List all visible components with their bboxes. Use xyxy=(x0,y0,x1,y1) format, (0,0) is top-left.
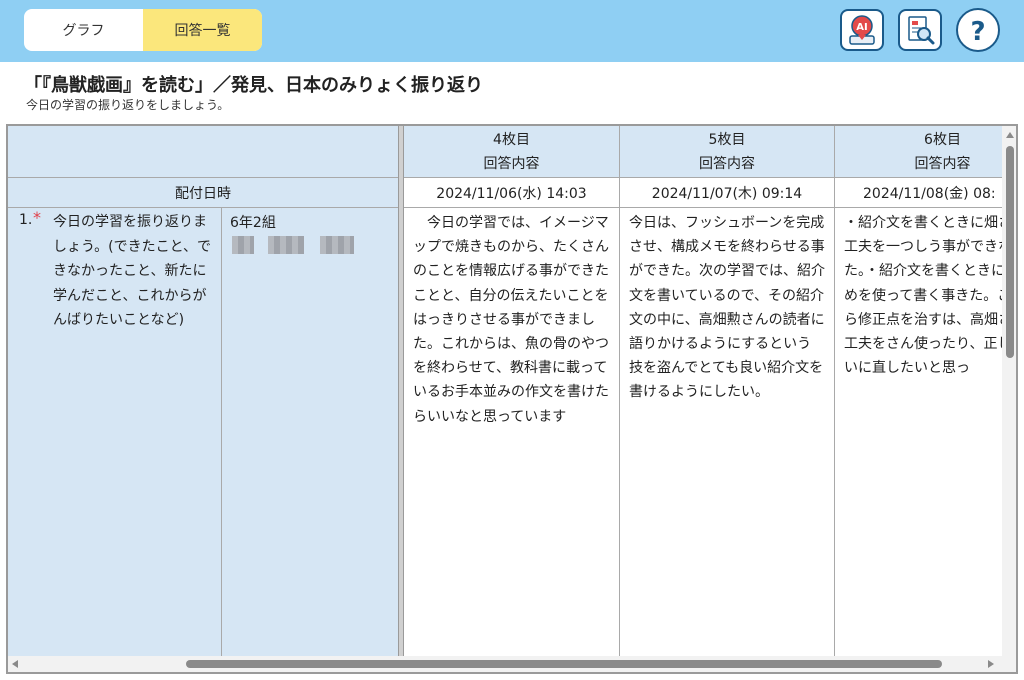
answer-column-6: 6枚目 回答内容 2024/11/08(金) 08: ・紹介文を書くときに畑さん… xyxy=(835,126,1002,656)
student-class: 6年2組 xyxy=(230,215,276,231)
ai-icon: AI xyxy=(849,15,875,45)
date-header: 配付日時 xyxy=(8,178,398,208)
scroll-left-arrow-icon[interactable] xyxy=(12,660,18,668)
horizontal-scrollbar[interactable] xyxy=(8,656,1016,672)
distribution-date: 2024/11/08(金) 08: xyxy=(835,178,1002,208)
tab-answer-list[interactable]: 回答一覧 xyxy=(143,9,262,51)
column-header: 4枚目 回答内容 xyxy=(404,126,619,178)
horizontal-scroll-thumb[interactable] xyxy=(186,660,942,668)
sheet-label: 6枚目 xyxy=(924,132,961,148)
answer-table: 配付日時 1. * 今日の学習を振り返りましょう。(できたこと、できなかったこと… xyxy=(6,124,1018,674)
scroll-right-arrow-icon[interactable] xyxy=(988,660,994,668)
answer-column-4: 4枚目 回答内容 2024/11/06(水) 14:03 今日の学習では、イメー… xyxy=(404,126,620,656)
tab-graph[interactable]: グラフ xyxy=(24,9,143,51)
blurred-name-part xyxy=(320,236,354,254)
answer-content-label: 回答内容 xyxy=(699,156,755,172)
document-search-icon xyxy=(908,16,935,45)
sheet-label: 4枚目 xyxy=(493,132,530,148)
answer-column-5: 5枚目 回答内容 2024/11/07(木) 09:14 今日は、フッシュボーン… xyxy=(620,126,835,656)
question-panel: 配付日時 1. * 今日の学習を振り返りましょう。(できたこと、できなかったこと… xyxy=(8,126,398,656)
page-subtitle: 今日の学習の振り返りをしましょう。 xyxy=(26,98,230,112)
view-tabs: グラフ 回答一覧 xyxy=(24,9,262,51)
column-header: 5枚目 回答内容 xyxy=(620,126,834,178)
question-text: 今日の学習を振り返りましょう。(できたこと、できなかったこと、新たに学んだこと、… xyxy=(53,214,212,328)
answer-content-label: 回答内容 xyxy=(483,156,540,172)
answer-text: 今日の学習では、イメージマップで焼きものから、たくさんのことを情報広げる事ができ… xyxy=(413,215,609,425)
ai-button[interactable]: AI xyxy=(840,9,884,51)
distribution-date: 2024/11/07(木) 09:14 xyxy=(620,178,834,208)
sheet-label: 5枚目 xyxy=(708,132,746,148)
answer-content-label: 回答内容 xyxy=(914,156,971,172)
svg-text:?: ? xyxy=(970,17,985,45)
answer-text: ・紹介文を書くときに畑さんの工夫を一つしう事ができなかった。・紹介文を書くときに… xyxy=(844,215,1002,377)
column-header: 6枚目 回答内容 xyxy=(835,126,1002,178)
scroll-up-arrow-icon[interactable] xyxy=(1006,132,1014,138)
vertical-scroll-thumb[interactable] xyxy=(1006,146,1014,358)
svg-text:AI: AI xyxy=(856,22,867,33)
blurred-name-part xyxy=(268,236,304,254)
left-header-cell xyxy=(8,126,398,178)
blurred-name-part xyxy=(232,236,254,254)
page-title: 「『鳥獣戯画』を読む」／発見、日本のみりょく振り返り xyxy=(24,75,483,96)
help-icon: ? xyxy=(970,17,985,45)
search-document-button[interactable] xyxy=(898,9,942,51)
help-button[interactable]: ? xyxy=(956,8,1000,52)
question-cell: 1. * 今日の学習を振り返りましょう。(できたこと、できなかったこと、新たに学… xyxy=(8,208,222,656)
answer-text: 今日は、フッシュボーンを完成させ、構成メモを終わらせる事ができた。次の学習では、… xyxy=(629,215,825,401)
distribution-date: 2024/11/06(水) 14:03 xyxy=(404,178,619,208)
top-bar: グラフ 回答一覧 AI ? xyxy=(0,0,1024,62)
question-number: 1. xyxy=(19,212,33,228)
required-mark: * xyxy=(33,208,41,227)
vertical-scrollbar[interactable] xyxy=(1002,126,1016,658)
